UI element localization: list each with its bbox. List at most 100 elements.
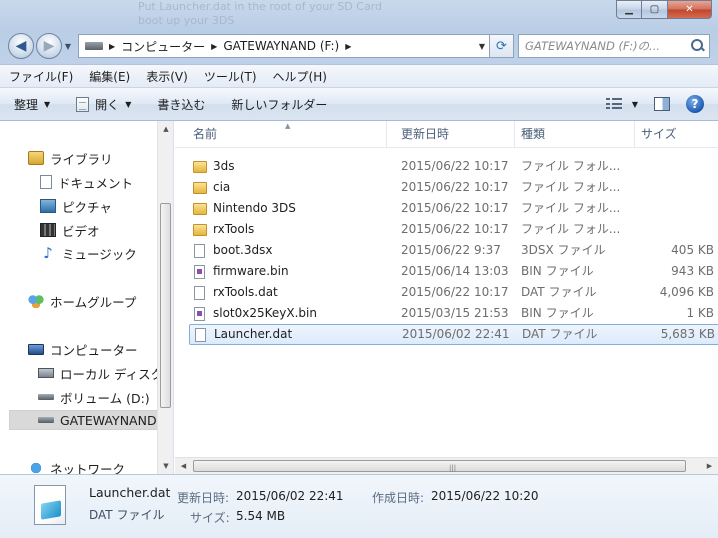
view-options-icon[interactable]: [605, 98, 624, 110]
burn-button[interactable]: 書き込む: [157, 96, 205, 113]
file-name: Nintendo 3DS: [213, 201, 296, 215]
navigation-pane: ライブラリ ドキュメント ピクチャ ビデオ ♪ ミュージック ホームグループ コン…: [0, 121, 174, 474]
menu-help[interactable]: ヘルプ(H): [273, 68, 327, 85]
file-icon: [194, 243, 205, 258]
nav-volume-d[interactable]: ボリューム (D:): [38, 387, 150, 407]
column-header-name[interactable]: 名前: [187, 121, 387, 148]
file-name: rxTools: [213, 222, 255, 236]
column-header-size[interactable]: サイズ: [635, 121, 718, 148]
computer-icon: [28, 343, 44, 355]
nav-local-disk[interactable]: ローカル ディスク: [38, 363, 163, 383]
scroll-thumb[interactable]: [160, 203, 171, 408]
file-row[interactable]: boot.3dsx 2015/06/22 9:37 3DSX ファイル 405 KB: [189, 240, 718, 261]
file-size: 4,096 KB: [659, 285, 714, 299]
details-size-value: 5.54 MB: [236, 509, 286, 523]
file-row[interactable]: 3ds 2015/06/22 10:17 ファイル フォル...: [189, 156, 718, 177]
forward-button[interactable]: ▶: [36, 33, 62, 59]
breadcrumb-drive[interactable]: GATEWAYNAND (F:): [223, 39, 339, 53]
column-headers: ▲ 名前 更新日時 種類 サイズ: [175, 121, 718, 148]
refresh-icon: ⟳: [496, 38, 507, 54]
search-input[interactable]: GATEWAYNAND (F:)の...: [518, 34, 710, 58]
file-row[interactable]: Nintendo 3DS 2015/06/22 10:17 ファイル フォル...: [189, 198, 718, 219]
file-name: 3ds: [213, 159, 235, 173]
refresh-button[interactable]: ⟳: [490, 34, 514, 58]
details-file-type: DAT ファイル: [89, 508, 165, 522]
details-created-value: 2015/06/22 10:20: [431, 489, 539, 503]
file-date: 2015/03/15 21:53: [401, 306, 509, 320]
maximize-button[interactable]: ▢: [642, 0, 668, 19]
close-button[interactable]: ✕: [668, 0, 712, 19]
menu-edit[interactable]: 編集(E): [89, 68, 130, 85]
help-icon[interactable]: ?: [686, 95, 704, 113]
scroll-right-icon[interactable]: ▶: [701, 458, 718, 475]
minimize-button[interactable]: ▁: [616, 0, 642, 19]
documents-icon: [40, 175, 52, 189]
breadcrumb-separator-icon[interactable]: ▶: [211, 42, 217, 51]
file-row[interactable]: rxTools 2015/06/22 10:17 ファイル フォル...: [189, 219, 718, 240]
file-date: 2015/06/22 9:37: [401, 243, 501, 257]
nav-homegroup[interactable]: ホームグループ: [28, 291, 136, 311]
breadcrumb-separator-icon[interactable]: ▶: [109, 42, 115, 51]
organize-button[interactable]: 整理 ▼: [14, 96, 50, 113]
background-text: Put Launcher.dat in the root of your SD …: [138, 0, 382, 27]
scroll-up-icon[interactable]: ▲: [158, 121, 173, 137]
address-bar[interactable]: ▶ コンピューター ▶ GATEWAYNAND (F:) ▶ ▼: [78, 34, 490, 58]
file-row[interactable]: rxTools.dat 2015/06/22 10:17 DAT ファイル 4,096…: [189, 282, 718, 303]
file-name-cell: firmware.bin: [193, 261, 393, 282]
open-button[interactable]: 開く ▼: [76, 96, 131, 113]
details-created-label: 作成日時:: [372, 491, 425, 505]
nav-videos[interactable]: ビデオ: [40, 220, 100, 240]
menu-file[interactable]: ファイル(F): [9, 68, 73, 85]
nav-gatewaynand[interactable]: GATEWAYNAND: [9, 410, 158, 430]
file-name: rxTools.dat: [213, 285, 278, 299]
scroll-down-icon[interactable]: ▼: [158, 458, 173, 474]
column-header-date[interactable]: 更新日時: [395, 121, 515, 148]
breadcrumb-computer[interactable]: コンピューター: [121, 38, 205, 55]
menu-tools[interactable]: ツール(T): [204, 68, 257, 85]
file-name-cell: Launcher.dat: [194, 324, 394, 345]
nav-documents[interactable]: ドキュメント: [40, 172, 133, 192]
address-dropdown[interactable]: ▼: [475, 42, 489, 51]
nav-computer[interactable]: コンピューター: [28, 339, 138, 359]
navigation-bar: ◀ ▶ ▼ ▶ コンピューター ▶ GATEWAYNAND (F:) ▶ ▼ ⟳…: [8, 31, 710, 61]
file-name: cia: [213, 180, 231, 194]
file-name: firmware.bin: [213, 264, 289, 278]
file-row[interactable]: slot0x25KeyX.bin 2015/03/15 21:53 BIN ファイル…: [189, 303, 718, 324]
preview-pane-icon[interactable]: [654, 97, 670, 111]
menu-view[interactable]: 表示(V): [146, 68, 188, 85]
file-icon: [194, 285, 205, 300]
music-note-icon: ♪: [43, 244, 53, 262]
scroll-thumb[interactable]: |||: [193, 460, 686, 472]
file-icon: [195, 327, 206, 342]
grip-icon: |||: [449, 464, 457, 472]
file-name-cell: Nintendo 3DS: [193, 198, 393, 219]
details-file-name: Launcher.dat: [89, 485, 171, 500]
nav-vertical-scrollbar[interactable]: ▲ ▼: [157, 121, 173, 474]
new-folder-button[interactable]: 新しいフォルダー: [231, 96, 327, 113]
file-name-cell: rxTools: [193, 219, 393, 240]
nav-pictures[interactable]: ピクチャ: [40, 196, 112, 216]
horizontal-scrollbar[interactable]: ◀ ||| ▶: [175, 457, 718, 474]
view-dropdown-icon[interactable]: ▼: [632, 100, 638, 109]
file-size: [639, 156, 714, 177]
nav-libraries[interactable]: ライブラリ: [28, 148, 113, 168]
file-type: ファイル フォル...: [521, 180, 621, 194]
file-row[interactable]: Launcher.dat 2015/06/02 22:41 DAT ファイル 5,68…: [189, 324, 718, 345]
column-header-type[interactable]: 種類: [515, 121, 635, 148]
recent-pages-dropdown[interactable]: ▼: [62, 42, 74, 51]
file-size: 405 KB: [671, 243, 714, 257]
file-row[interactable]: cia 2015/06/22 10:17 ファイル フォル...: [189, 177, 718, 198]
scroll-left-icon[interactable]: ◀: [175, 458, 192, 475]
nav-music[interactable]: ♪ ミュージック: [40, 243, 137, 263]
drive-icon: [38, 394, 54, 400]
back-button[interactable]: ◀: [8, 33, 34, 59]
file-date: 2015/06/22 10:17: [401, 159, 509, 173]
binary-file-icon: [194, 306, 205, 321]
file-type: 3DSX ファイル: [521, 243, 606, 257]
file-type: BIN ファイル: [521, 264, 594, 278]
file-size: [639, 198, 714, 219]
nav-network[interactable]: ネットワーク: [28, 458, 125, 474]
forward-arrow-icon: ▶: [43, 38, 55, 54]
breadcrumb-separator-icon[interactable]: ▶: [345, 42, 351, 51]
file-row[interactable]: firmware.bin 2015/06/14 13:03 BIN ファイル 943 …: [189, 261, 718, 282]
